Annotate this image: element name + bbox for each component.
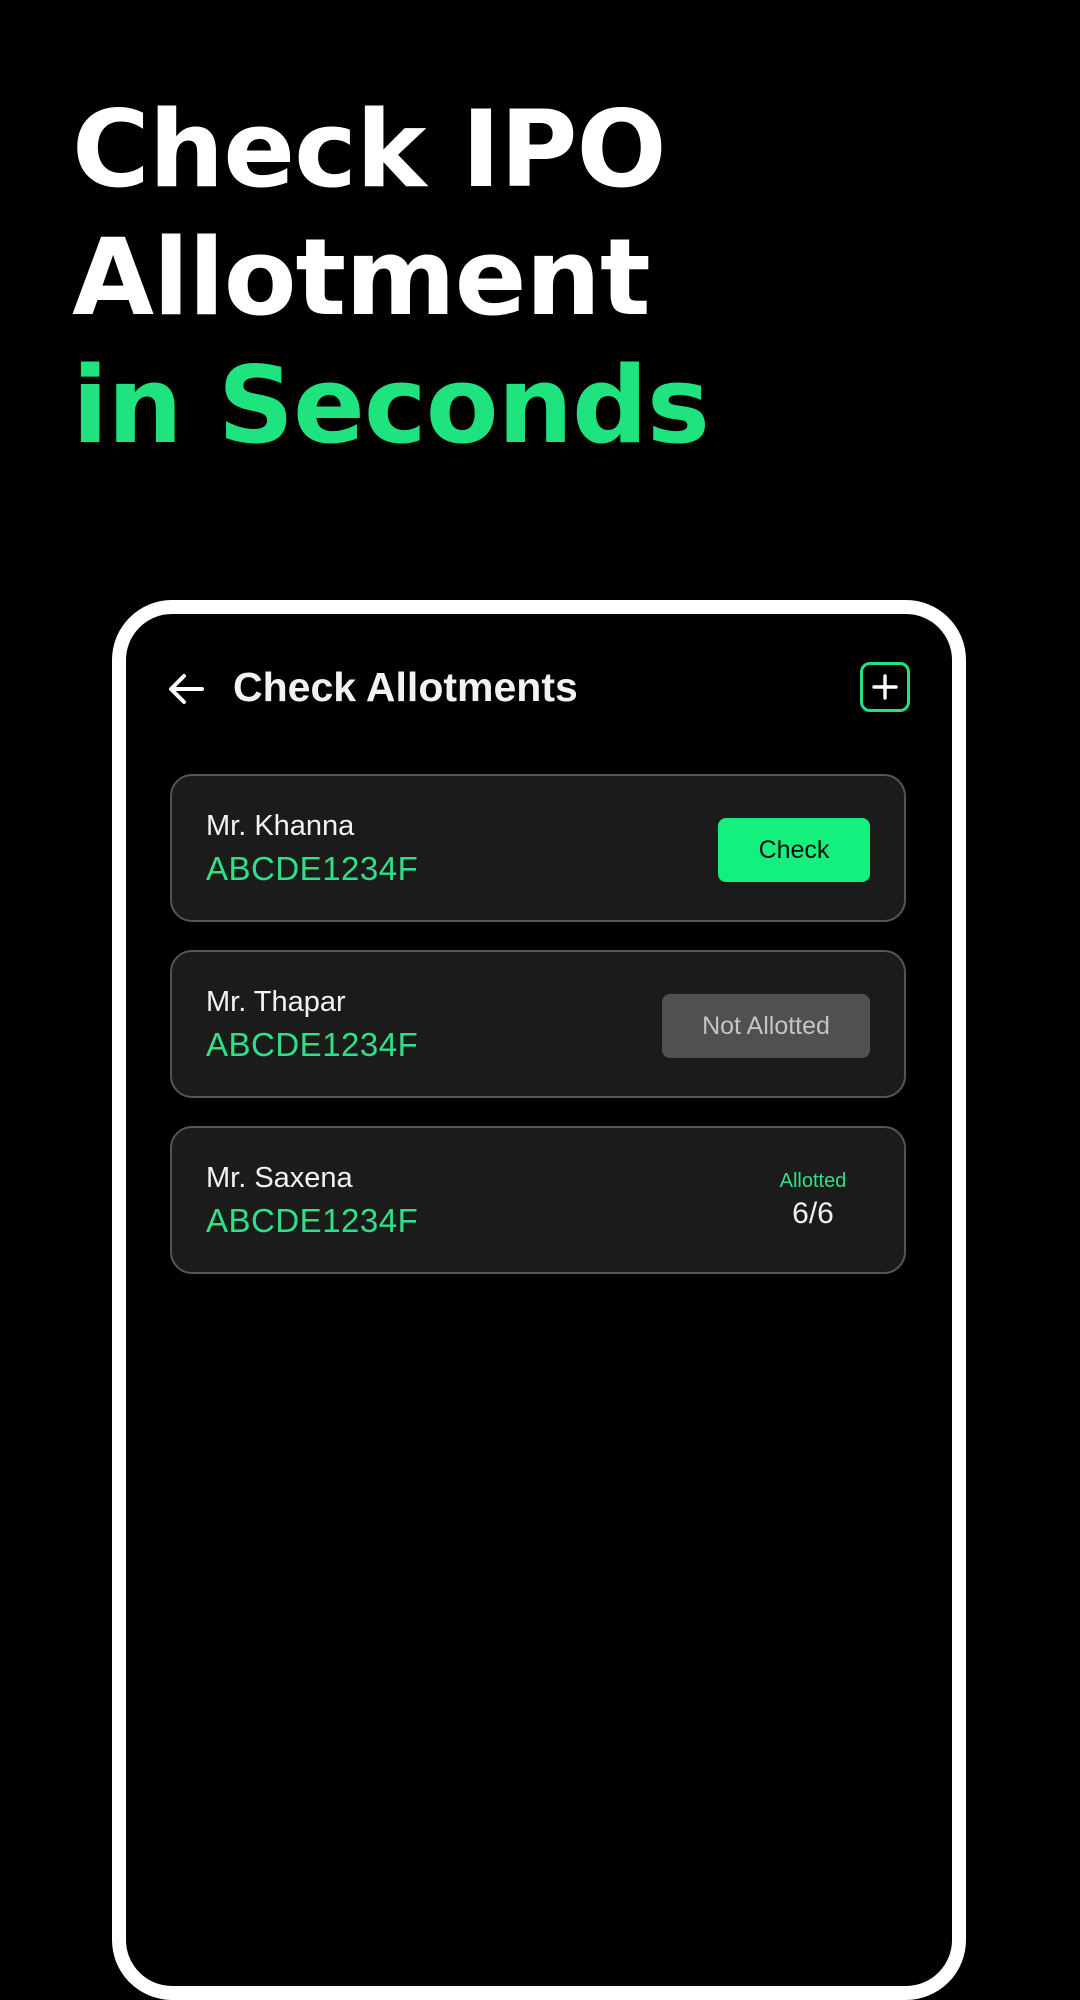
headline-line-2: Allotment xyxy=(72,216,651,339)
allotted-status: Allotted 6/6 xyxy=(768,1170,858,1231)
add-button[interactable] xyxy=(860,662,910,712)
pan-number: ABCDE1234F xyxy=(206,850,419,887)
applicant-name: Mr. Saxena xyxy=(206,1162,353,1194)
pan-number: ABCDE1234F xyxy=(206,1026,419,1063)
not-allotted-badge: Not Allotted xyxy=(662,994,870,1058)
allotment-card-thapar: Mr. Thapar ABCDE1234F Not Allotted xyxy=(170,950,906,1098)
app-bar: Check Allotments xyxy=(126,654,952,724)
allotted-label: Allotted xyxy=(779,1170,847,1192)
phone-frame: Check Allotments Mr. Khanna ABCDE1234F C… xyxy=(112,600,966,2000)
headline: Check IPO Allotment in Seconds xyxy=(72,86,710,470)
check-button[interactable]: Check xyxy=(718,818,870,882)
allotted-count: 6/6 xyxy=(792,1197,834,1230)
back-arrow-icon[interactable] xyxy=(166,667,206,711)
headline-line-1: Check IPO xyxy=(72,88,667,211)
allotment-card-saxena: Mr. Saxena ABCDE1234F Allotted 6/6 xyxy=(170,1126,906,1274)
screen-title: Check Allotments xyxy=(233,664,578,710)
applicant-name: Mr. Thapar xyxy=(206,986,346,1018)
plus-icon xyxy=(872,674,898,700)
applicant-name: Mr. Khanna xyxy=(206,810,355,842)
pan-number: ABCDE1234F xyxy=(206,1202,419,1239)
allotment-card-khanna: Mr. Khanna ABCDE1234F Check xyxy=(170,774,906,922)
headline-line-3: in Seconds xyxy=(72,344,710,467)
